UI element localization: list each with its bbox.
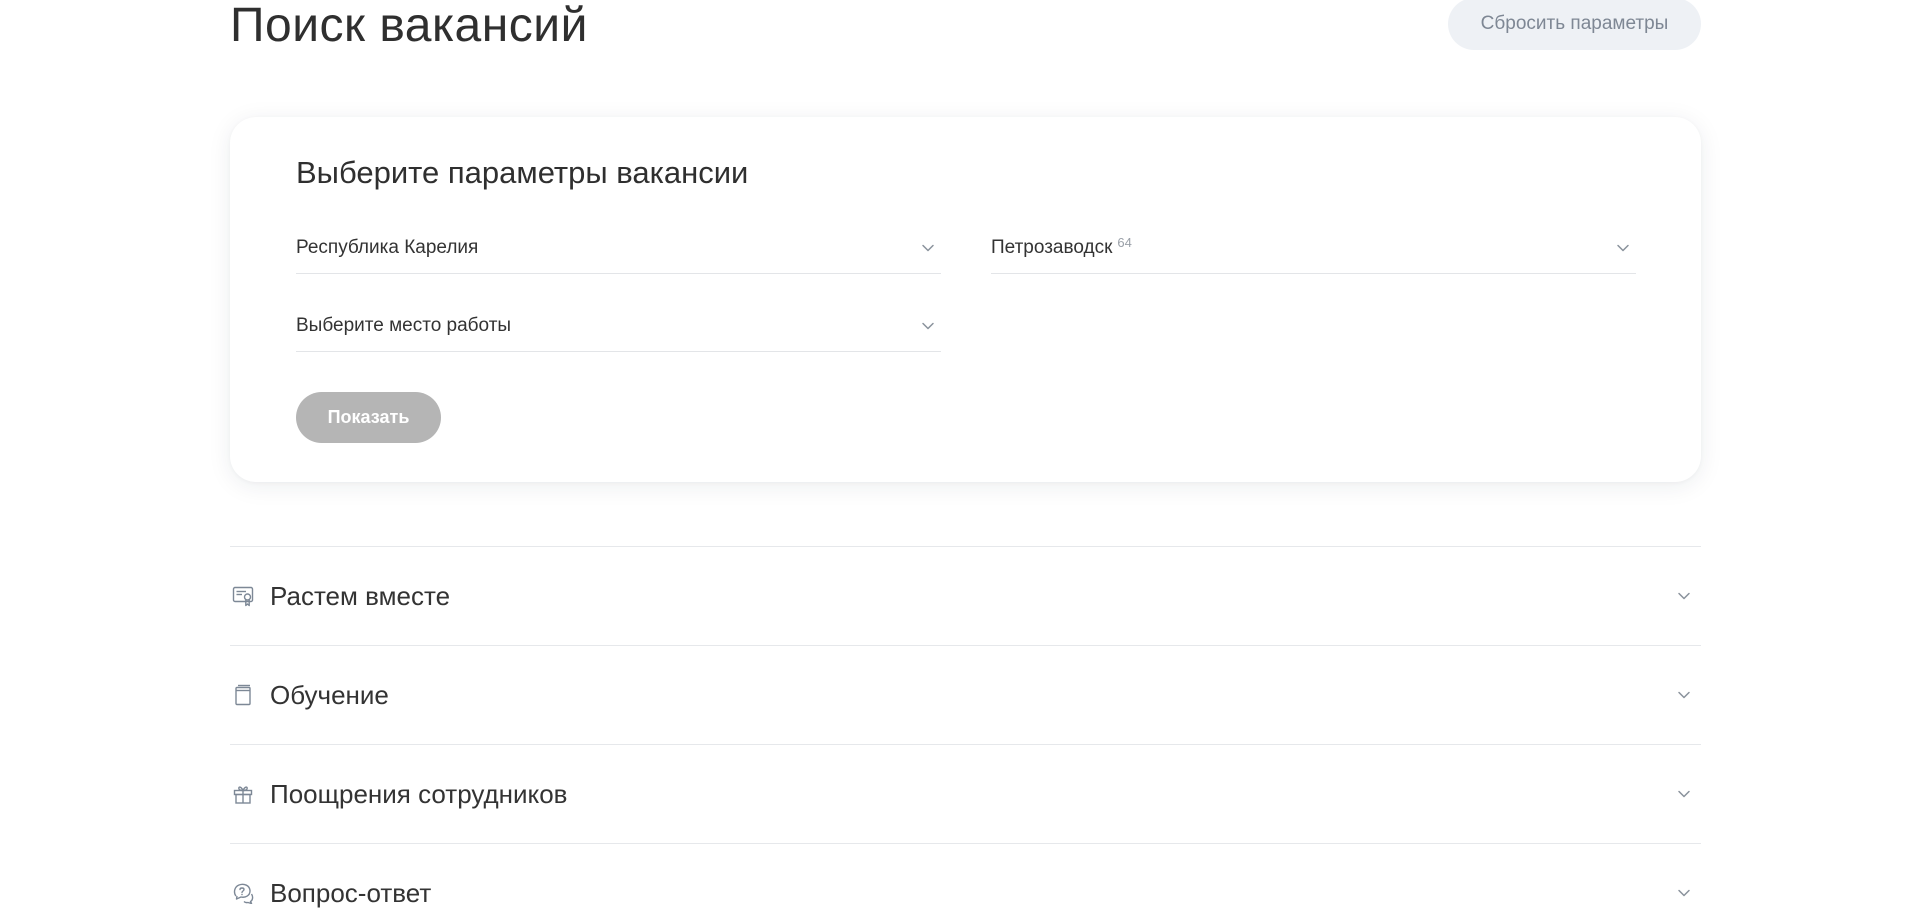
accordion-item-faq[interactable]: Вопрос-ответ — [230, 843, 1701, 913]
region-select[interactable]: Республика Карелия — [296, 223, 941, 274]
reset-parameters-button[interactable]: Сбросить параметры — [1448, 0, 1701, 50]
chevron-down-icon — [1678, 889, 1690, 897]
info-accordion: Растем вместе Обучение Поощрения сотрудн… — [230, 546, 1701, 913]
gift-icon — [231, 782, 255, 806]
accordion-item-label: Обучение — [270, 679, 389, 710]
city-vacancy-count: 64 — [1117, 234, 1132, 250]
chat-question-icon — [231, 881, 255, 905]
certificate-icon — [231, 584, 255, 608]
accordion-item-label: Вопрос-ответ — [270, 877, 432, 908]
city-select[interactable]: Петрозаводск 64 — [991, 223, 1636, 274]
chevron-down-icon — [1617, 244, 1629, 252]
filters-title: Выберите параметры вакансии — [296, 155, 749, 190]
page: Поиск вакансий Сбросить параметры Выбери… — [0, 0, 1920, 913]
show-button[interactable]: Показать — [296, 392, 441, 443]
accordion-item-training[interactable]: Обучение — [230, 645, 1701, 744]
chevron-down-icon — [922, 244, 934, 252]
chevron-down-icon — [922, 322, 934, 330]
page-title: Поиск вакансий — [230, 0, 588, 52]
book-icon — [231, 683, 255, 707]
accordion-item-label: Растем вместе — [270, 580, 451, 611]
city-select-value: Петрозаводск — [991, 237, 1113, 258]
chevron-down-icon — [1678, 592, 1690, 600]
accordion-item-rewards[interactable]: Поощрения сотрудников — [230, 744, 1701, 843]
accordion-item-label: Поощрения сотрудников — [270, 778, 568, 809]
chevron-down-icon — [1678, 790, 1690, 798]
region-select-value: Республика Карелия — [296, 237, 479, 258]
workplace-select-placeholder: Выберите место работы — [296, 315, 512, 336]
workplace-select[interactable]: Выберите место работы — [296, 301, 941, 352]
chevron-down-icon — [1678, 691, 1690, 699]
filters-card: Выберите параметры вакансии Республика К… — [230, 117, 1701, 482]
accordion-item-grow-together[interactable]: Растем вместе — [230, 546, 1701, 645]
